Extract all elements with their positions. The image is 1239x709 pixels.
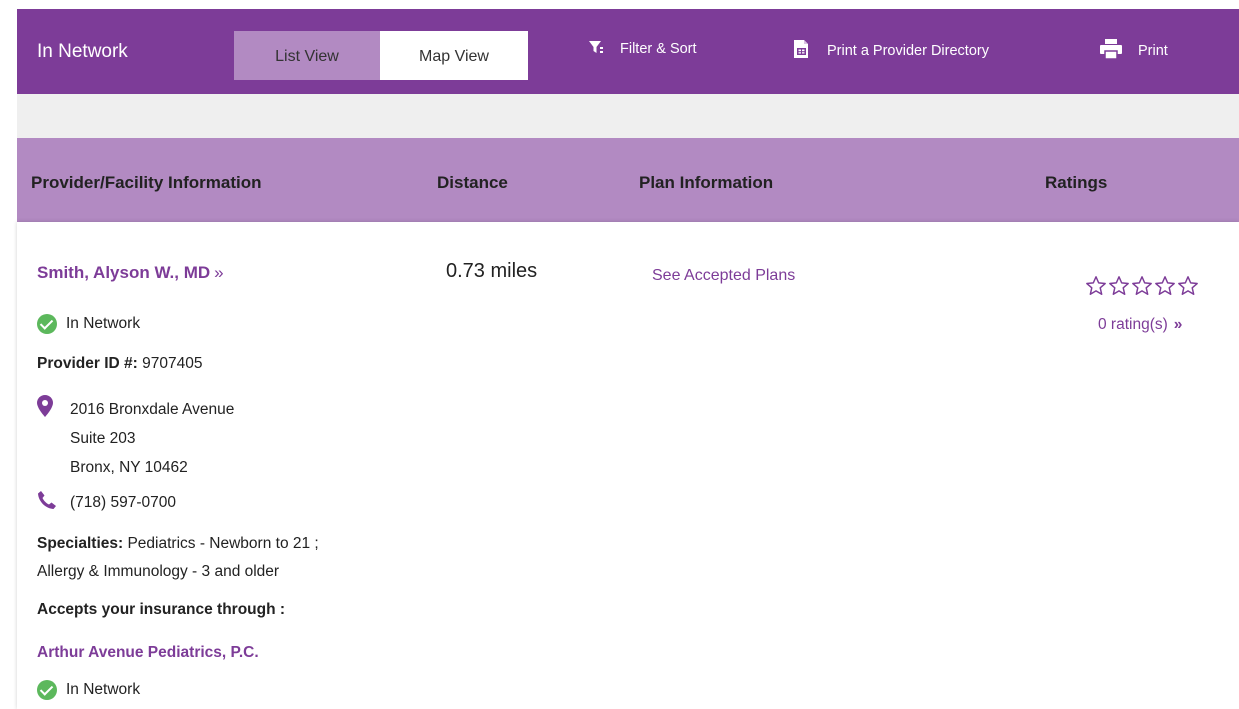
specialties: Specialties: Pediatrics - Newborn to 21 …	[37, 530, 437, 586]
specialties-line-2: Allergy & Immunology - 3 and older	[37, 563, 280, 580]
provider-name-link[interactable]: Smith, Alyson W., MD»	[37, 263, 224, 283]
specialties-line-1: Pediatrics - Newborn to 21 ;	[127, 535, 319, 552]
network-status: In Network	[37, 314, 140, 334]
results-table-header: Provider/Facility Information Distance P…	[17, 138, 1239, 222]
ratings-count: 0 rating(s)	[1098, 316, 1168, 333]
tab-map-view[interactable]: Map View	[380, 31, 528, 80]
medical-group-link[interactable]: Arthur Avenue Pediatrics, P.C.	[37, 644, 259, 662]
directory-document-icon	[793, 39, 811, 63]
provider-phone: (718) 597-0700	[37, 490, 176, 515]
specialties-label: Specialties:	[37, 535, 124, 552]
address-line-1: 2016 Bronxdale Avenue	[70, 401, 235, 418]
provider-distance: 0.73 miles	[446, 260, 538, 282]
ratings-link[interactable]: 0 rating(s) »	[1098, 316, 1182, 334]
see-accepted-plans-link[interactable]: See Accepted Plans	[652, 267, 795, 285]
address-line-2: Suite 203	[70, 430, 136, 447]
column-header-plan: Plan Information	[639, 173, 774, 192]
check-circle-icon	[37, 314, 57, 334]
tab-list-view[interactable]: List View	[234, 31, 380, 80]
provider-id-value: 9707405	[142, 355, 203, 372]
printer-icon	[1100, 39, 1122, 63]
print-label: Print	[1138, 43, 1168, 59]
provider-name: Smith, Alyson W., MD	[37, 263, 211, 282]
provider-address: 2016 Bronxdale Avenue Suite 203 Bronx, N…	[37, 395, 234, 482]
filter-sort-button[interactable]: Filter & Sort	[588, 39, 697, 59]
top-toolbar: In Network List View Map View Filter & S…	[17, 9, 1239, 94]
provider-name-arrow: »	[214, 263, 224, 282]
star-rating[interactable]	[1085, 275, 1199, 297]
network-status-label: In Network	[66, 315, 141, 332]
filter-sort-label: Filter & Sort	[620, 41, 697, 57]
address-line-3: Bronx, NY 10462	[70, 459, 188, 476]
ratings-arrow: »	[1173, 316, 1183, 333]
star-icon	[1132, 276, 1152, 295]
star-icon	[1178, 276, 1198, 295]
location-pin-icon	[37, 395, 55, 482]
view-toggle: List View Map View	[234, 31, 528, 80]
star-icon	[1086, 276, 1106, 295]
phone-number: (718) 597-0700	[70, 493, 176, 511]
group-network-status-label: In Network	[66, 681, 141, 698]
print-directory-label: Print a Provider Directory	[827, 43, 989, 59]
provider-result-row: Smith, Alyson W., MD» In Network Provide…	[17, 222, 1239, 709]
column-header-provider: Provider/Facility Information	[31, 173, 262, 192]
check-circle-icon	[37, 680, 57, 700]
provider-id-label: Provider ID #:	[37, 355, 138, 372]
provider-id: Provider ID #: 9707405	[37, 355, 202, 373]
phone-icon	[37, 490, 57, 515]
column-header-ratings: Ratings	[1045, 173, 1108, 192]
spacer-band	[17, 94, 1239, 138]
print-directory-button[interactable]: Print a Provider Directory	[793, 39, 989, 63]
group-network-status: In Network	[37, 680, 140, 700]
star-icon	[1109, 276, 1129, 295]
column-header-distance: Distance	[437, 173, 508, 192]
print-button[interactable]: Print	[1100, 39, 1168, 63]
star-icon	[1155, 276, 1175, 295]
filter-icon	[588, 39, 604, 59]
accepts-insurance-label: Accepts your insurance through :	[37, 601, 286, 618]
network-title: In Network	[37, 41, 128, 62]
